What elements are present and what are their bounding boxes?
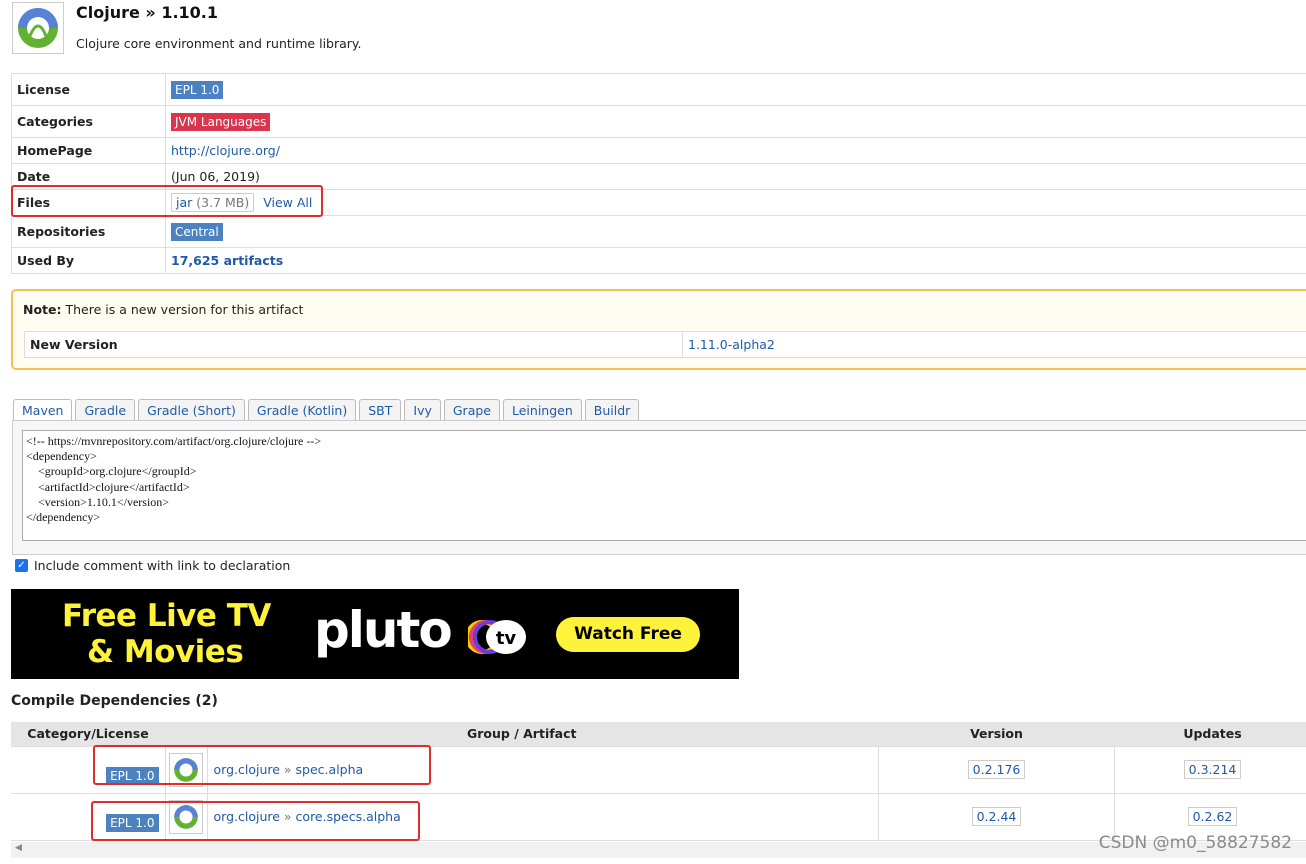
ad-watch-free-button[interactable]: Watch Free — [556, 617, 700, 652]
dep-artifact-link[interactable]: core.specs.alpha — [296, 809, 401, 824]
repository-badge[interactable]: Central — [171, 222, 223, 241]
watermark-text: CSDN @m0_58827582 — [1098, 833, 1292, 853]
homepage-link[interactable]: http://clojure.org/ — [171, 143, 280, 158]
advertisement-banner[interactable]: Free Live TV & Movies pluto tv Watch Fre… — [11, 589, 739, 679]
view-all-files-link[interactable]: View All — [263, 195, 312, 210]
tab-grape[interactable]: Grape — [443, 399, 500, 420]
new-version-label: New Version — [24, 331, 683, 358]
col-updates: Updates — [1114, 722, 1306, 746]
tab-gradle[interactable]: Gradle — [75, 399, 136, 420]
dep-group-link[interactable]: org.clojure — [214, 762, 280, 777]
tab-leiningen[interactable]: Leiningen — [503, 399, 582, 420]
clojure-logo-icon — [169, 799, 203, 834]
dep-license-badge[interactable]: EPL 1.0 — [106, 766, 159, 785]
ad-headline-1: Free Live TV — [62, 598, 271, 634]
ad-headline-2: & Movies — [87, 634, 244, 670]
maven-tab-panel: <!-- https://mvnrepository.com/artifact/… — [12, 420, 1306, 555]
page-subtitle: Clojure core environment and runtime lib… — [76, 36, 362, 51]
dep-update-link[interactable]: 0.2.62 — [1187, 807, 1238, 826]
tab-sbt[interactable]: SBT — [359, 399, 402, 420]
dep-group-link[interactable]: org.clojure — [214, 809, 280, 824]
dep-update-link[interactable]: 0.3.214 — [1183, 760, 1242, 779]
new-version-link[interactable]: 1.11.0-alpha2 — [688, 337, 775, 352]
col-version: Version — [878, 722, 1115, 746]
license-label: License — [11, 73, 166, 106]
include-comment-option[interactable]: ✓ Include comment with link to declarati… — [15, 558, 290, 573]
include-comment-label: Include comment with link to declaration — [34, 558, 291, 573]
jar-size: (3.7 MB) — [196, 195, 250, 210]
dep-version-link[interactable]: 0.2.176 — [967, 760, 1026, 779]
new-version-table: New Version 1.11.0-alpha2 — [24, 331, 1306, 358]
ad-tv-text: tv — [496, 628, 517, 649]
repositories-label: Repositories — [11, 215, 166, 248]
new-version-note: Note: There is a new version for this ar… — [11, 289, 1306, 370]
include-comment-checkbox[interactable]: ✓ — [15, 559, 28, 572]
dep-license-badge[interactable]: EPL 1.0 — [106, 813, 159, 832]
table-row: EPL 1.0 org.clojure » spec.alpha 0.2.176… — [11, 745, 1306, 794]
clojure-logo-icon — [169, 752, 203, 787]
dep-separator: » — [283, 809, 292, 824]
tab-gradle-kotlin[interactable]: Gradle (Kotlin) — [247, 399, 357, 420]
scroll-left-icon[interactable]: ◀ — [15, 843, 22, 853]
page-title: Clojure » 1.10.1 — [76, 3, 218, 22]
ad-brand-logo: pluto — [314, 601, 453, 659]
homepage-label: HomePage — [11, 137, 166, 164]
dependency-snippet-textarea[interactable]: <!-- https://mvnrepository.com/artifact/… — [22, 430, 1306, 541]
tab-maven[interactable]: Maven — [13, 399, 73, 421]
used-by-label: Used By — [11, 247, 166, 274]
artifact-info-table: License EPL 1.0 Categories JVM Languages… — [11, 73, 1306, 274]
date-label: Date — [11, 163, 166, 190]
used-by-link[interactable]: 17,625 artifacts — [171, 253, 283, 268]
tab-ivy[interactable]: Ivy — [404, 399, 441, 420]
compile-dependencies-heading: Compile Dependencies (2) — [11, 693, 218, 709]
files-label: Files — [11, 189, 166, 216]
col-category-license: Category/License — [11, 722, 165, 746]
note-label: Note: — [23, 302, 62, 317]
dep-artifact-link[interactable]: spec.alpha — [296, 762, 364, 777]
category-badge[interactable]: JVM Languages — [171, 112, 271, 131]
tab-buildr[interactable]: Buildr — [584, 399, 640, 420]
note-text: There is a new version for this artifact — [65, 302, 304, 317]
col-group-artifact: Group / Artifact — [165, 722, 879, 746]
date-value: (Jun 06, 2019) — [171, 169, 260, 184]
dep-version-link[interactable]: 0.2.44 — [971, 807, 1022, 826]
categories-label: Categories — [11, 105, 166, 138]
tab-gradle-short[interactable]: Gradle (Short) — [138, 399, 245, 420]
dependencies-table: Category/License Group / Artifact Versio… — [11, 722, 1306, 841]
clojure-logo-icon — [12, 2, 64, 54]
dep-separator: » — [283, 762, 292, 777]
jar-download-button[interactable]: jar (3.7 MB) — [171, 193, 255, 212]
license-badge[interactable]: EPL 1.0 — [171, 80, 224, 99]
ad-tv-logo-icon: tv — [468, 620, 526, 654]
jar-link[interactable]: jar — [176, 195, 192, 210]
build-tool-tabs: Maven Gradle Gradle (Short) Gradle (Kotl… — [13, 399, 640, 421]
